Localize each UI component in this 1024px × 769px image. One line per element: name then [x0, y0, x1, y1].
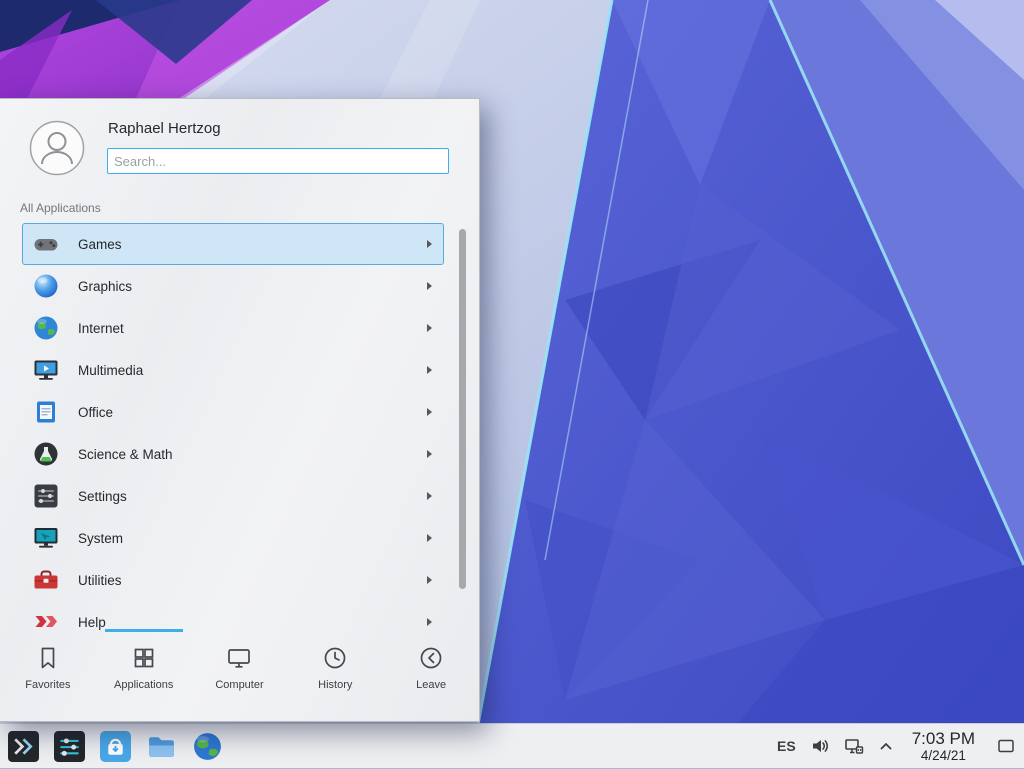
utilities-icon — [32, 566, 60, 594]
science-icon — [32, 440, 60, 468]
wired-network-icon — [844, 736, 864, 756]
app-launcher-button[interactable] — [8, 731, 39, 762]
help-icon — [32, 608, 60, 631]
digital-clock[interactable]: 7:03 PM 4/24/21 — [908, 729, 979, 763]
leave-icon — [417, 644, 445, 672]
graphics-icon — [32, 272, 60, 300]
category-internet[interactable]: Internet — [22, 307, 444, 349]
bookmark-icon — [34, 644, 62, 672]
tray-expander-button[interactable] — [878, 738, 894, 754]
tab-label: Favorites — [25, 679, 70, 691]
application-launcher-menu: Raphael Hertzog All Applications Games G… — [0, 98, 480, 722]
volume-button[interactable] — [810, 736, 830, 756]
user-name: Raphael Hertzog — [108, 120, 221, 137]
chevron-right-icon — [427, 576, 432, 584]
category-settings[interactable]: Settings — [22, 475, 444, 517]
discover-icon — [100, 731, 131, 762]
clock-time: 7:03 PM — [912, 729, 975, 748]
chevron-right-icon — [427, 240, 432, 248]
monitor-icon — [225, 644, 253, 672]
settings-icon — [32, 482, 60, 510]
category-label: System — [78, 531, 123, 546]
mixer-settings-icon — [54, 731, 85, 762]
show-desktop-button[interactable] — [993, 724, 1019, 769]
web-browser-button[interactable] — [192, 731, 223, 762]
chevron-right-icon — [427, 408, 432, 416]
section-label: All Applications — [20, 201, 101, 215]
discover-button[interactable] — [100, 731, 131, 762]
list-scrollbar[interactable] — [459, 229, 466, 589]
network-button[interactable] — [844, 736, 864, 756]
tab-leave[interactable]: Leave — [383, 629, 479, 721]
clock-date: 4/24/21 — [921, 748, 966, 763]
keyboard-layout-indicator[interactable]: ES — [777, 738, 796, 754]
user-avatar[interactable] — [29, 120, 85, 176]
category-label: Office — [78, 405, 113, 420]
category-science-math[interactable]: Science & Math — [22, 433, 444, 475]
category-label: Utilities — [78, 573, 122, 588]
taskbar: ES 7:03 PM 4/24/21 — [0, 723, 1024, 768]
tab-label: History — [318, 679, 352, 691]
tab-history[interactable]: History — [287, 629, 383, 721]
grid-icon — [130, 644, 158, 672]
chevron-right-icon — [427, 282, 432, 290]
tab-computer[interactable]: Computer — [192, 629, 288, 721]
system-tray: ES 7:03 PM 4/24/21 — [777, 724, 1024, 769]
category-label: Help — [78, 615, 106, 630]
category-help[interactable]: Help — [22, 601, 444, 631]
office-icon — [32, 398, 60, 426]
category-label: Graphics — [78, 279, 132, 294]
launcher-tabbar: Favorites Applications Computer History … — [0, 629, 479, 721]
multimedia-icon — [32, 356, 60, 384]
chevron-right-icon — [427, 450, 432, 458]
system-icon — [32, 524, 60, 552]
category-label: Settings — [78, 489, 127, 504]
speaker-icon — [810, 736, 830, 756]
web-browser-icon — [192, 731, 223, 762]
category-system[interactable]: System — [22, 517, 444, 559]
chevron-right-icon — [427, 618, 432, 626]
category-label: Games — [78, 237, 122, 252]
tab-label: Leave — [416, 679, 446, 691]
file-manager-button[interactable] — [146, 731, 177, 762]
app-launcher-icon — [8, 731, 39, 762]
category-multimedia[interactable]: Multimedia — [22, 349, 444, 391]
chevron-right-icon — [427, 366, 432, 374]
internet-icon — [32, 314, 60, 342]
chevron-right-icon — [427, 324, 432, 332]
category-office[interactable]: Office — [22, 391, 444, 433]
category-graphics[interactable]: Graphics — [22, 265, 444, 307]
chevron-right-icon — [427, 534, 432, 542]
category-games[interactable]: Games — [22, 223, 444, 265]
file-manager-icon — [146, 731, 177, 762]
tab-label: Computer — [215, 679, 263, 691]
show-desktop-icon — [996, 736, 1016, 756]
clock-icon — [321, 644, 349, 672]
category-utilities[interactable]: Utilities — [22, 559, 444, 601]
mixer-settings-button[interactable] — [54, 731, 85, 762]
games-icon — [32, 230, 60, 258]
category-label: Multimedia — [78, 363, 143, 378]
tab-applications[interactable]: Applications — [96, 629, 192, 721]
category-list: Games Graphics Internet Multimedia Offic… — [0, 223, 479, 631]
search-input[interactable] — [107, 148, 449, 174]
category-label: Science & Math — [78, 447, 173, 462]
tab-favorites[interactable]: Favorites — [0, 629, 96, 721]
tab-label: Applications — [114, 679, 173, 691]
chevron-right-icon — [427, 492, 432, 500]
category-label: Internet — [78, 321, 124, 336]
caret-up-icon — [878, 738, 894, 754]
